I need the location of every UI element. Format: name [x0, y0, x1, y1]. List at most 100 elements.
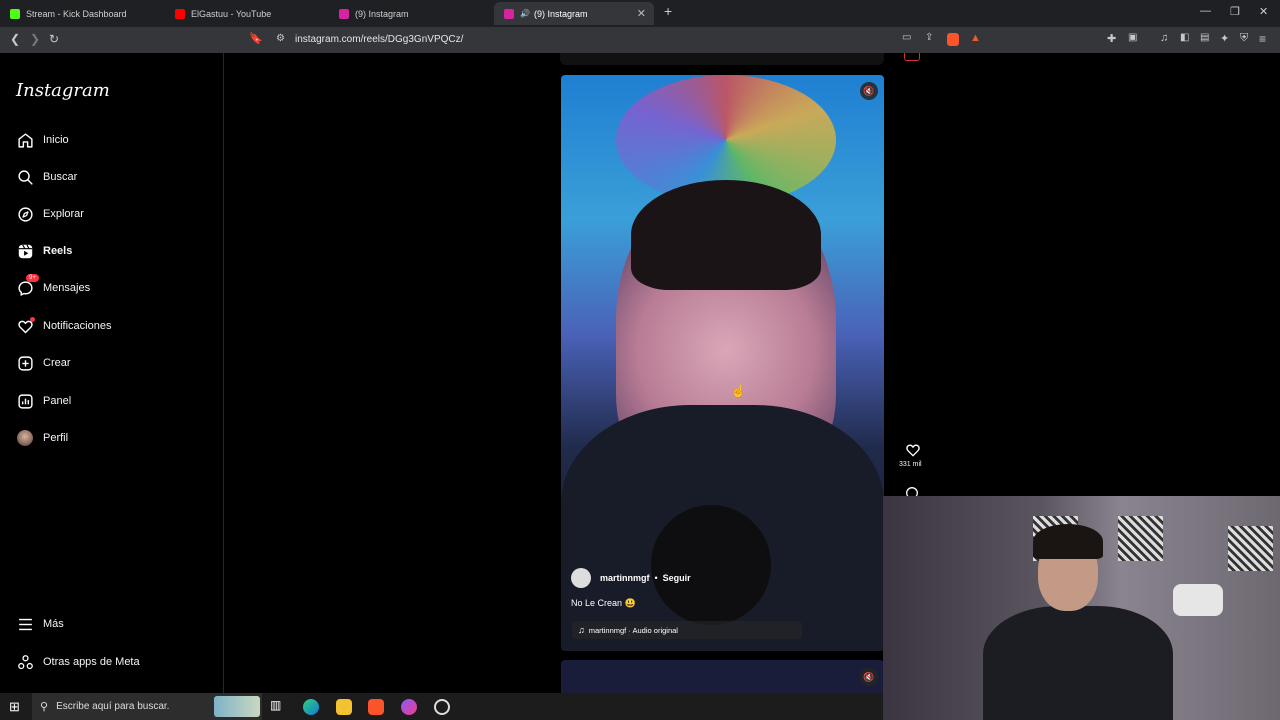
- reel-video[interactable]: [561, 75, 884, 651]
- search-highlight-image: [214, 696, 260, 717]
- leo-ai-icon[interactable]: ✦: [1220, 32, 1229, 45]
- brave-rewards-icon[interactable]: ▲: [970, 32, 981, 44]
- nav-label: Explorar: [43, 208, 84, 220]
- messages-badge: 9+: [26, 274, 39, 282]
- tab-youtube[interactable]: ElGastuu - YouTube: [165, 2, 325, 25]
- like-button[interactable]: [903, 440, 923, 460]
- obs-icon[interactable]: [434, 699, 450, 715]
- nav-explorar[interactable]: Explorar: [16, 203, 84, 225]
- wall-art: [1228, 526, 1273, 571]
- nav-reels[interactable]: Reels: [16, 240, 72, 262]
- heart-icon: [906, 444, 920, 457]
- nav-inicio[interactable]: Inicio: [16, 129, 69, 151]
- next-reel-preview[interactable]: [561, 660, 884, 693]
- audio-label: martinnmgf · Audio original: [588, 625, 678, 635]
- reel-caption: No Le Crean 😃: [571, 598, 636, 608]
- reel-audio-link[interactable]: ♫ martinnmgf · Audio original: [572, 621, 802, 639]
- tab-instagram-active[interactable]: 🔊 (9) Instagram ✕: [494, 2, 654, 25]
- address-bar[interactable]: instagram.com/reels/DGg3GnVPQCz/: [295, 34, 463, 45]
- separator-dot: •: [654, 573, 658, 583]
- nav-perfil[interactable]: Perfil: [16, 427, 68, 449]
- plus-square-icon: [16, 354, 34, 372]
- tab-search-icon[interactable]: ▣: [1128, 32, 1137, 43]
- taskbar-search[interactable]: ⚲ Escribe aquí para buscar.: [32, 693, 262, 720]
- search-placeholder: Escribe aquí para buscar.: [56, 701, 170, 712]
- mute-icon[interactable]: 🔇: [860, 82, 878, 100]
- nav-label: Inicio: [43, 134, 69, 146]
- tab-title: (9) Instagram: [533, 8, 588, 19]
- speaker-icon[interactable]: 🔊: [520, 9, 530, 18]
- wallet-icon[interactable]: ▤: [1200, 32, 1209, 43]
- kick-icon: [10, 8, 20, 19]
- app-icon[interactable]: [401, 699, 417, 715]
- tab-title: ElGastuu - YouTube: [191, 8, 272, 19]
- home-icon: [16, 131, 34, 149]
- search-icon: ⚲: [40, 701, 49, 713]
- streamer-hair: [1033, 524, 1103, 559]
- extensions-icon[interactable]: ✚: [1107, 32, 1116, 45]
- cast-icon[interactable]: ▭: [902, 32, 911, 43]
- close-tab-icon[interactable]: ✕: [637, 7, 646, 20]
- browser-tab-bar: Stream - Kick Dashboard ElGastuu - YouTu…: [0, 0, 1280, 27]
- youtube-icon: [175, 8, 185, 19]
- windows-start-icon[interactable]: ⊞: [9, 699, 20, 715]
- file-explorer-icon[interactable]: [336, 699, 352, 715]
- hamburger-icon: [16, 615, 34, 633]
- sidebar-toggle-icon[interactable]: ◧: [1180, 32, 1189, 43]
- messenger-icon: 9+: [16, 274, 39, 297]
- bookmark-icon[interactable]: 🔖: [249, 32, 263, 45]
- instagram-icon: [504, 8, 514, 19]
- task-view-icon[interactable]: ▥: [270, 698, 286, 714]
- tab-instagram-1[interactable]: (9) Instagram: [329, 2, 489, 25]
- nav-notificaciones[interactable]: Notificaciones: [16, 315, 111, 337]
- nav-mensajes[interactable]: 9+ Mensajes: [16, 274, 90, 299]
- menu-icon[interactable]: ≡: [1259, 32, 1266, 46]
- nav-otras-apps[interactable]: Otras apps de Meta: [16, 651, 140, 673]
- nav-panel[interactable]: Panel: [16, 390, 71, 412]
- nav-label: Crear: [43, 357, 71, 369]
- reels-icon: [16, 242, 34, 260]
- meta-apps-icon: [16, 653, 34, 671]
- notification-dot: [30, 317, 35, 322]
- brave-shields-icon[interactable]: [947, 33, 959, 46]
- vpn-icon[interactable]: ⛨: [1240, 32, 1248, 45]
- back-icon[interactable]: ❮: [10, 32, 20, 46]
- author-avatar[interactable]: [571, 568, 591, 588]
- minimize-icon[interactable]: —: [1200, 5, 1211, 17]
- reload-icon[interactable]: ↻: [49, 32, 59, 46]
- forward-icon[interactable]: ❯: [30, 32, 40, 46]
- instagram-icon: [339, 8, 349, 19]
- browser-toolbar: ❮ ❯ ↻ 🔖 ⚙ instagram.com/reels/DGg3GnVPQC…: [0, 27, 1280, 53]
- follow-button[interactable]: Seguir: [663, 573, 691, 583]
- nav-label: Buscar: [43, 171, 78, 183]
- media-control-icon[interactable]: ♫: [1160, 32, 1168, 44]
- restore-icon[interactable]: ❐: [1230, 5, 1240, 18]
- site-info-icon[interactable]: ⚙: [276, 33, 285, 44]
- tab-kick-dashboard[interactable]: Stream - Kick Dashboard: [0, 2, 160, 25]
- mute-icon[interactable]: 🔇: [860, 668, 878, 686]
- previous-reel-action-icon[interactable]: [904, 53, 920, 61]
- new-tab-button[interactable]: +: [664, 3, 672, 19]
- music-note-icon: ♫: [578, 625, 585, 635]
- edge-icon[interactable]: [303, 699, 319, 715]
- profile-avatar: [16, 429, 34, 447]
- like-count: 331 mil: [899, 461, 922, 468]
- lamp: [1173, 584, 1223, 616]
- share-icon[interactable]: ⇪: [925, 32, 933, 43]
- windows-taskbar: ⊞ ⚲ Escribe aquí para buscar. ▥: [0, 693, 883, 720]
- dashboard-icon: [16, 392, 34, 410]
- nav-buscar[interactable]: Buscar: [16, 166, 77, 188]
- brave-icon[interactable]: [368, 699, 384, 715]
- nav-crear[interactable]: Crear: [16, 352, 71, 374]
- instagram-logo[interactable]: Instagram: [16, 80, 110, 101]
- close-window-icon[interactable]: ✕: [1259, 5, 1268, 18]
- author-username[interactable]: martinnmgf: [600, 573, 650, 583]
- nav-label: Más: [43, 618, 64, 630]
- streamer-body: [983, 606, 1173, 720]
- reel-author: martinnmgf • Seguir: [571, 568, 691, 588]
- nav-label: Notificaciones: [43, 320, 112, 332]
- tab-title: Stream - Kick Dashboard: [26, 8, 127, 19]
- tab-title: (9) Instagram: [355, 8, 409, 19]
- nav-mas[interactable]: Más: [16, 613, 64, 635]
- hand-cursor-icon: ☝: [731, 384, 746, 398]
